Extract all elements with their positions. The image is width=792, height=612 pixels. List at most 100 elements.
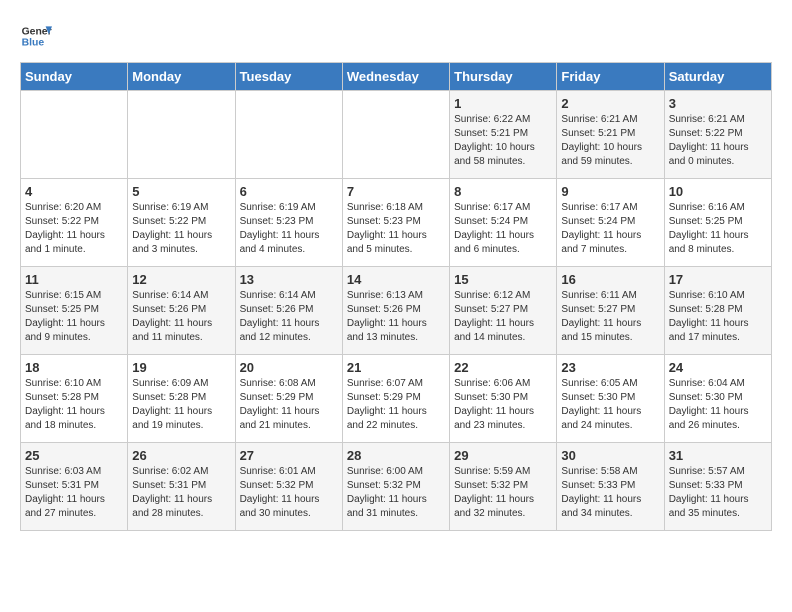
day-info: Sunrise: 6:10 AM Sunset: 5:28 PM Dayligh… [669, 289, 767, 345]
day-info: Sunrise: 6:19 AM Sunset: 5:23 PM Dayligh… [240, 201, 338, 257]
day-info: Sunrise: 6:05 AM Sunset: 5:30 PM Dayligh… [561, 377, 659, 433]
header-saturday: Saturday [664, 63, 771, 91]
calendar-cell: 9Sunrise: 6:17 AM Sunset: 5:24 PM Daylig… [557, 179, 664, 267]
day-number: 8 [454, 184, 552, 199]
day-number: 5 [132, 184, 230, 199]
day-number: 18 [25, 360, 123, 375]
page-header: General Blue [20, 20, 772, 52]
calendar-cell: 13 Sunrise: 6:14 AM Sunset: 5:26 PM Dayli… [235, 267, 342, 355]
day-info: Sunrise: 6:19 AM Sunset: 5:22 PM Dayligh… [132, 201, 230, 257]
day-number: 22 [454, 360, 552, 375]
day-info: Sunrise: 6:18 AM Sunset: 5:23 PM Dayligh… [347, 201, 445, 257]
calendar-table: SundayMondayTuesdayWednesdayThursdayFrid… [20, 62, 772, 531]
day-info: Sunrise: 6:15 AM Sunset: 5:25 PM Dayligh… [25, 289, 123, 345]
week-row-3: 18Sunrise: 6:10 AM Sunset: 5:28 PM Dayli… [21, 355, 772, 443]
calendar-cell: 2Sunrise: 6:21 AM Sunset: 5:21 PM Daylig… [557, 91, 664, 179]
header-thursday: Thursday [450, 63, 557, 91]
day-info: Sunrise: 6:09 AM Sunset: 5:28 PM Dayligh… [132, 377, 230, 433]
calendar-cell: 12 Sunrise: 6:14 AM Sunset: 5:26 PM Dayli… [128, 267, 235, 355]
day-info: Sunrise: 6:06 AM Sunset: 5:30 PM Dayligh… [454, 377, 552, 433]
day-number: 30 [561, 448, 659, 463]
day-info: Sunrise: 6:11 AM Sunset: 5:27 PM Dayligh… [561, 289, 659, 345]
calendar-cell: 20 Sunrise: 6:08 AM Sunset: 5:29 PM Dayli… [235, 355, 342, 443]
calendar-cell: 18Sunrise: 6:10 AM Sunset: 5:28 PM Dayli… [21, 355, 128, 443]
header-row: SundayMondayTuesdayWednesdayThursdayFrid… [21, 63, 772, 91]
calendar-cell: 31 Sunrise: 5:57 AM Sunset: 5:33 PM Dayli… [664, 443, 771, 531]
calendar-body: 1 Sunrise: 6:22 AM Sunset: 5:21 PM Daylig… [21, 91, 772, 531]
day-number: 25 [25, 448, 123, 463]
day-number: 17 [669, 272, 767, 287]
calendar-cell: 15 Sunrise: 6:12 AM Sunset: 5:27 PM Dayli… [450, 267, 557, 355]
header-wednesday: Wednesday [342, 63, 449, 91]
day-number: 1 [454, 96, 552, 111]
day-info: Sunrise: 6:14 AM Sunset: 5:26 PM Dayligh… [132, 289, 230, 345]
day-info: Sunrise: 6:14 AM Sunset: 5:26 PM Dayligh… [240, 289, 338, 345]
header-friday: Friday [557, 63, 664, 91]
day-info: Sunrise: 6:07 AM Sunset: 5:29 PM Dayligh… [347, 377, 445, 433]
day-info: Sunrise: 6:16 AM Sunset: 5:25 PM Dayligh… [669, 201, 767, 257]
logo-icon: General Blue [20, 20, 52, 52]
day-number: 27 [240, 448, 338, 463]
day-info: Sunrise: 6:20 AM Sunset: 5:22 PM Dayligh… [25, 201, 123, 257]
calendar-cell: 26 Sunrise: 6:02 AM Sunset: 5:31 PM Dayli… [128, 443, 235, 531]
calendar-cell [128, 91, 235, 179]
day-number: 4 [25, 184, 123, 199]
calendar-cell: 29Sunrise: 5:59 AM Sunset: 5:32 PM Dayli… [450, 443, 557, 531]
calendar-cell: 5 Sunrise: 6:19 AM Sunset: 5:22 PM Daylig… [128, 179, 235, 267]
calendar-cell: 1 Sunrise: 6:22 AM Sunset: 5:21 PM Daylig… [450, 91, 557, 179]
day-number: 16 [561, 272, 659, 287]
day-number: 6 [240, 184, 338, 199]
day-info: Sunrise: 6:22 AM Sunset: 5:21 PM Dayligh… [454, 113, 552, 169]
calendar-cell: 24Sunrise: 6:04 AM Sunset: 5:30 PM Dayli… [664, 355, 771, 443]
svg-text:Blue: Blue [22, 38, 45, 49]
calendar-cell: 6 Sunrise: 6:19 AM Sunset: 5:23 PM Daylig… [235, 179, 342, 267]
day-number: 29 [454, 448, 552, 463]
day-number: 28 [347, 448, 445, 463]
week-row-4: 25 Sunrise: 6:03 AM Sunset: 5:31 PM Dayli… [21, 443, 772, 531]
day-number: 11 [25, 272, 123, 287]
day-number: 23 [561, 360, 659, 375]
day-info: Sunrise: 5:58 AM Sunset: 5:33 PM Dayligh… [561, 465, 659, 521]
calendar-cell: 10 Sunrise: 6:16 AM Sunset: 5:25 PM Dayli… [664, 179, 771, 267]
day-number: 26 [132, 448, 230, 463]
day-number: 3 [669, 96, 767, 111]
day-info: Sunrise: 6:03 AM Sunset: 5:31 PM Dayligh… [25, 465, 123, 521]
week-row-0: 1 Sunrise: 6:22 AM Sunset: 5:21 PM Daylig… [21, 91, 772, 179]
day-info: Sunrise: 6:08 AM Sunset: 5:29 PM Dayligh… [240, 377, 338, 433]
day-info: Sunrise: 6:00 AM Sunset: 5:32 PM Dayligh… [347, 465, 445, 521]
day-number: 15 [454, 272, 552, 287]
day-info: Sunrise: 6:12 AM Sunset: 5:27 PM Dayligh… [454, 289, 552, 345]
day-number: 13 [240, 272, 338, 287]
calendar-cell: 4 Sunrise: 6:20 AM Sunset: 5:22 PM Daylig… [21, 179, 128, 267]
calendar-cell: 22 Sunrise: 6:06 AM Sunset: 5:30 PM Dayli… [450, 355, 557, 443]
day-info: Sunrise: 6:21 AM Sunset: 5:22 PM Dayligh… [669, 113, 767, 169]
calendar-header: SundayMondayTuesdayWednesdayThursdayFrid… [21, 63, 772, 91]
calendar-cell: 17 Sunrise: 6:10 AM Sunset: 5:28 PM Dayli… [664, 267, 771, 355]
day-info: Sunrise: 5:57 AM Sunset: 5:33 PM Dayligh… [669, 465, 767, 521]
header-tuesday: Tuesday [235, 63, 342, 91]
week-row-1: 4 Sunrise: 6:20 AM Sunset: 5:22 PM Daylig… [21, 179, 772, 267]
day-number: 12 [132, 272, 230, 287]
calendar-cell: 23 Sunrise: 6:05 AM Sunset: 5:30 PM Dayli… [557, 355, 664, 443]
calendar-cell: 19 Sunrise: 6:09 AM Sunset: 5:28 PM Dayli… [128, 355, 235, 443]
day-info: Sunrise: 6:01 AM Sunset: 5:32 PM Dayligh… [240, 465, 338, 521]
day-info: Sunrise: 6:04 AM Sunset: 5:30 PM Dayligh… [669, 377, 767, 433]
day-number: 31 [669, 448, 767, 463]
calendar-cell: 8 Sunrise: 6:17 AM Sunset: 5:24 PM Daylig… [450, 179, 557, 267]
calendar-cell: 30 Sunrise: 5:58 AM Sunset: 5:33 PM Dayli… [557, 443, 664, 531]
day-info: Sunrise: 6:02 AM Sunset: 5:31 PM Dayligh… [132, 465, 230, 521]
day-info: Sunrise: 6:17 AM Sunset: 5:24 PM Dayligh… [454, 201, 552, 257]
week-row-2: 11 Sunrise: 6:15 AM Sunset: 5:25 PM Dayli… [21, 267, 772, 355]
calendar-cell [342, 91, 449, 179]
day-number: 19 [132, 360, 230, 375]
calendar-cell [235, 91, 342, 179]
day-number: 9 [561, 184, 659, 199]
calendar-cell: 14 Sunrise: 6:13 AM Sunset: 5:26 PM Dayli… [342, 267, 449, 355]
day-number: 20 [240, 360, 338, 375]
day-number: 14 [347, 272, 445, 287]
day-number: 10 [669, 184, 767, 199]
calendar-cell: 7Sunrise: 6:18 AM Sunset: 5:23 PM Daylig… [342, 179, 449, 267]
calendar-cell: 3 Sunrise: 6:21 AM Sunset: 5:22 PM Daylig… [664, 91, 771, 179]
calendar-cell: 25 Sunrise: 6:03 AM Sunset: 5:31 PM Dayli… [21, 443, 128, 531]
day-info: Sunrise: 6:13 AM Sunset: 5:26 PM Dayligh… [347, 289, 445, 345]
